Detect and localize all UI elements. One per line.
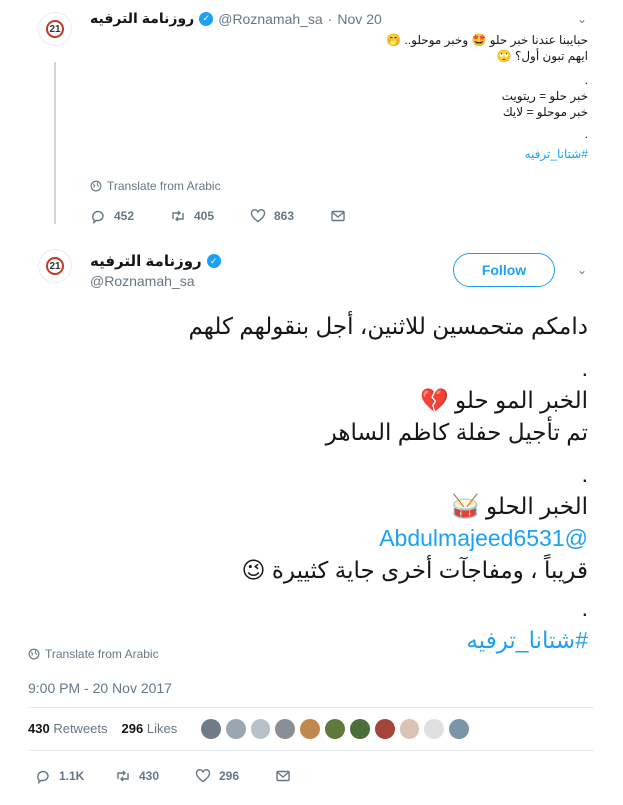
tweet1-translate[interactable]: Translate from Arabic [90,179,221,193]
retweets-stat-label: Retweets [53,721,108,736]
liker-avatar[interactable] [274,718,297,740]
avatar-number: 21 [46,20,64,38]
message-button[interactable] [330,208,346,224]
tweet1-line: خبر موحلو = لايك [502,105,588,119]
reply-count: 1.1K [59,769,85,783]
verified-icon: ✓ [206,254,221,268]
tweet2-line: . [581,461,588,487]
liker-avatar[interactable] [373,718,396,740]
avatar-number: 21 [46,257,64,275]
avatar[interactable]: 21 [38,249,72,283]
liker-avatar[interactable] [200,718,222,740]
tweet2-line: الخبر الحلو 🥁 [450,493,588,519]
reply-icon [92,210,104,224]
mail-icon [276,770,290,782]
like-button[interactable]: 296 [195,768,275,784]
liker-avatar[interactable] [224,718,247,740]
heart-icon [250,209,266,223]
liker-avatar[interactable] [299,718,322,740]
reply-icon [37,770,49,784]
translate-label: Translate from Arabic [107,179,221,193]
tweet2-handle[interactable]: @Roznamah_sa [90,273,221,289]
reply-count: 452 [114,209,135,223]
liker-avatar[interactable] [348,718,371,740]
like-count: 863 [274,209,295,223]
follow-button[interactable]: Follow [453,253,555,287]
tweet2-text: دامكم متحمسين للاثنين، أجل بنقولهم كلهم … [150,310,588,656]
divider [28,750,594,751]
like-count: 296 [219,769,240,783]
retweets-stat-count: 430 [28,721,50,736]
verified-icon: ✓ [199,11,214,26]
tweet2-line: قريباً ، ومفاجآت أخرى جاية كثييرة 😉 [241,557,589,583]
tweet1-line: . [584,127,588,141]
retweet-icon [117,770,129,782]
tweet1-display-name[interactable]: روزنامة الترفيه [90,10,194,27]
tweet1-text: حبايبنا عندنا خبر حلو 🤩 وخبر موحلو.. 🤭 ا… [300,32,588,162]
tweet1-line: . [584,73,588,87]
tweet2-line: الخبر المو حلو 💔 [420,387,588,413]
divider [28,707,594,708]
likes-stat-count: 296 [121,721,144,736]
tweet2-timestamp[interactable]: 9:00 PM - 20 Nov 2017 [28,680,172,696]
retweet-button[interactable]: 405 [170,208,250,224]
message-button[interactable] [275,768,291,784]
retweet-icon [172,210,184,222]
tweet1-line: ايهم تبون أول؟ 🙄 [496,49,588,63]
chevron-down-icon[interactable]: ⌄ [577,12,587,26]
tweet1-line: حبايبنا عندنا خبر حلو 🤩 وخبر موحلو.. 🤭 [386,33,588,47]
tweet2-line: دامكم متحمسين للاثنين، أجل بنقولهم كلهم [188,313,588,339]
tweet1-line: خبر حلو = ريتويت [501,89,588,103]
thread-line [54,62,56,224]
tweet2-translate[interactable]: Translate from Arabic [28,647,159,661]
liker-avatar[interactable] [423,718,446,740]
translate-label: Translate from Arabic [45,647,159,661]
heart-icon [195,769,211,783]
tweet2-line: تم تأجيل حفلة كاظم الساهر [325,419,588,445]
like-button[interactable]: 863 [250,208,330,224]
retweet-count: 405 [194,209,215,223]
likers-avatars[interactable] [200,718,470,742]
globe-icon [90,180,102,192]
tweet2-user: روزنامة الترفيه ✓ @Roznamah_sa [90,252,221,289]
tweet2-hashtag[interactable]: #شتانا_ترفيه [150,624,588,656]
tweet1-date[interactable]: Nov 20 [337,11,381,27]
likes-stat-label: Likes [146,721,178,736]
liker-avatar[interactable] [324,718,346,740]
retweet-count: 430 [139,769,160,783]
tweet2-display-name[interactable]: روزنامة الترفيه [90,252,202,270]
avatar[interactable]: 21 [38,12,72,46]
tweet1-handle[interactable]: @Roznamah_sa [218,11,323,27]
mail-icon [331,210,345,222]
mention-link[interactable]: @Abdulmajeed6531 [150,522,588,554]
liker-avatar[interactable] [398,718,421,740]
tweet1-actions: 452 405 863 [90,208,346,224]
tweet1-hashtag[interactable]: #شتانا_ترفيه [300,146,588,162]
liker-avatar[interactable] [448,718,470,740]
tweet2-line: . [581,595,588,621]
globe-icon [28,648,40,660]
separator-dot: · [327,10,333,27]
chevron-down-icon[interactable]: ⌄ [577,263,587,277]
retweet-button[interactable]: 430 [115,768,195,784]
tweet1-header: روزنامة الترفيه ✓ @Roznamah_sa · Nov 20 [90,10,382,27]
engagement-stats: 430 Retweets 296 Likes [28,721,177,736]
tweet2-line: . [581,355,588,381]
liker-avatar[interactable] [249,718,272,740]
reply-button[interactable]: 1.1K [35,768,115,784]
retweets-stat[interactable]: 430 Retweets [28,721,108,736]
tweet2-actions: 1.1K 430 296 [35,768,291,784]
likes-stat[interactable]: 296 Likes [122,721,178,736]
reply-button[interactable]: 452 [90,208,170,224]
